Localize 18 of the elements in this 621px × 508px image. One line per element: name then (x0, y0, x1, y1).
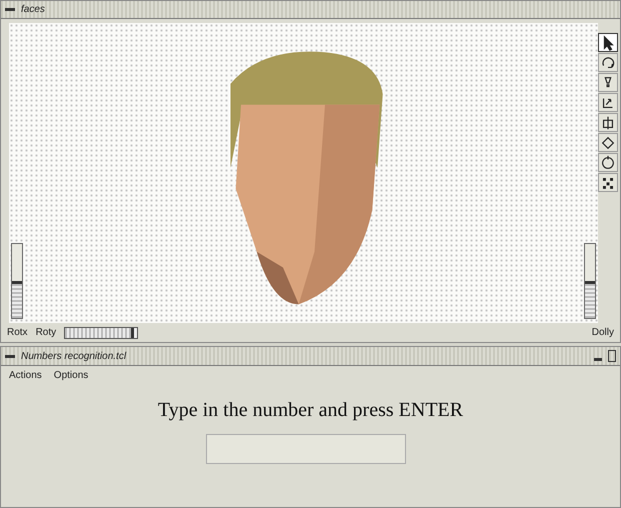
menu-item[interactable]: Options (54, 370, 88, 381)
menu-item[interactable]: Actions (9, 370, 42, 381)
minimize-icon[interactable] (594, 358, 602, 360)
axis-label: Roty (36, 327, 56, 338)
number-field[interactable] (206, 434, 406, 464)
horizontal-slider[interactable] (64, 326, 138, 339)
prompt-text: Type in the number and press ENTER (156, 399, 464, 422)
vertical-slider[interactable] (584, 243, 596, 320)
axis-label: Dolly (592, 327, 614, 338)
vertical-slider[interactable] (11, 243, 23, 320)
window-title: Numbers recognition.tcl (21, 350, 126, 362)
pointer-tool-icon[interactable] (598, 33, 618, 52)
rotate-tool-icon[interactable] (598, 53, 618, 72)
window-menu-icon[interactable] (5, 8, 15, 12)
window-menu-icon[interactable] (5, 354, 15, 358)
window-title: faces (21, 4, 45, 16)
maximize-icon[interactable] (608, 350, 616, 362)
axis-label: Rotx (7, 327, 28, 338)
